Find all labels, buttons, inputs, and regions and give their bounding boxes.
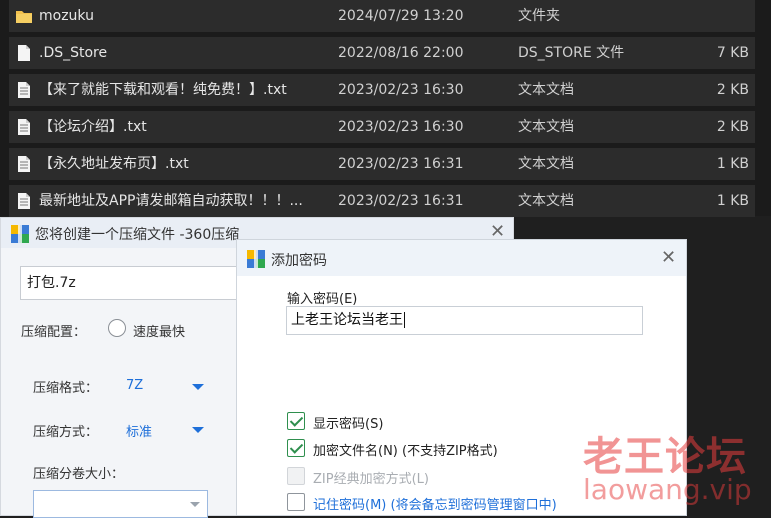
zip-classic-encryption-label: ZIP经典加密方式(L) bbox=[313, 472, 429, 487]
zip-classic-encryption-checkbox bbox=[287, 467, 305, 485]
file-type: DS_STORE 文件 bbox=[518, 45, 625, 61]
file-name: 【永久地址发布页】.txt bbox=[39, 156, 189, 172]
file-date: 2024/07/29 13:20 bbox=[338, 8, 464, 24]
file-type: 文本文档 bbox=[518, 193, 574, 209]
close-icon[interactable]: ✕ bbox=[661, 249, 676, 267]
file-size: 1 KB bbox=[716, 193, 749, 209]
text-file-icon bbox=[18, 156, 30, 172]
text-file-icon bbox=[18, 82, 30, 98]
method-select-value[interactable]: 标准 bbox=[126, 421, 152, 440]
format-select-value[interactable]: 7Z bbox=[126, 378, 143, 393]
file-name: 【来了就能下载和观看！纯免费！】.txt bbox=[39, 82, 287, 98]
show-password-checkbox[interactable] bbox=[287, 412, 305, 430]
file-row-txt-1[interactable]: 【来了就能下载和观看！纯免费！】.txt 2023/02/23 16:30 文本… bbox=[9, 74, 755, 106]
split-size-select[interactable] bbox=[33, 490, 208, 518]
file-date: 2023/02/23 16:30 bbox=[338, 82, 464, 98]
file-row-txt-2[interactable]: 【论坛介绍】.txt 2023/02/23 16:30 文本文档 2 KB bbox=[9, 111, 755, 143]
format-label: 压缩格式： bbox=[33, 381, 99, 396]
file-name: .DS_Store bbox=[39, 45, 108, 61]
file-name: mozuku bbox=[39, 8, 94, 24]
password-input[interactable]: 上老王论坛当老王 bbox=[286, 306, 643, 335]
split-size-label: 压缩分卷大小： bbox=[33, 467, 125, 482]
remember-password-label[interactable]: 记住密码(M) (将会备忘到密码管理窗口中) bbox=[313, 494, 557, 513]
watermark-url-text: laowang.vip bbox=[583, 473, 752, 506]
chevron-down-icon[interactable] bbox=[192, 427, 204, 433]
text-caret bbox=[404, 312, 405, 328]
text-file-icon bbox=[18, 193, 30, 209]
speed-fastest-label: 速度最快 bbox=[133, 325, 186, 340]
compress-config-label: 压缩配置： bbox=[21, 325, 87, 340]
file-size: 1 KB bbox=[716, 156, 749, 172]
file-name: 【论坛介绍】.txt bbox=[39, 119, 147, 135]
method-label: 压缩方式： bbox=[33, 425, 99, 440]
password-dialog-title: 添加密码 bbox=[271, 253, 327, 269]
file-name: 最新地址及APP请发邮箱自动获取！！！... bbox=[39, 193, 303, 209]
password-text: 上老王论坛当老王 bbox=[291, 312, 403, 328]
file-icon bbox=[18, 45, 30, 61]
file-row-mozuku[interactable]: mozuku 2024/07/29 13:20 文件夹 bbox=[9, 0, 755, 32]
file-size: 7 KB bbox=[716, 45, 749, 61]
file-type: 文本文档 bbox=[518, 119, 574, 135]
file-type: 文件夹 bbox=[518, 8, 560, 24]
encrypt-filenames-label: 加密文件名(N) (不支持ZIP格式) bbox=[313, 444, 498, 459]
chevron-down-icon[interactable] bbox=[192, 384, 204, 390]
text-file-icon bbox=[18, 119, 30, 135]
file-date: 2023/02/23 16:30 bbox=[338, 119, 464, 135]
chevron-down-icon bbox=[190, 502, 200, 507]
app-logo-icon bbox=[247, 250, 265, 268]
remember-password-checkbox[interactable] bbox=[287, 493, 305, 511]
app-logo-icon bbox=[11, 225, 29, 243]
file-type: 文本文档 bbox=[518, 82, 574, 98]
password-titlebar: 添加密码 ✕ bbox=[237, 240, 686, 276]
file-type: 文本文档 bbox=[518, 156, 574, 172]
file-date: 2023/02/23 16:31 bbox=[338, 193, 464, 209]
file-row-txt-4[interactable]: 最新地址及APP请发邮箱自动获取！！！... 2023/02/23 16:31 … bbox=[9, 185, 755, 217]
file-row-txt-3[interactable]: 【永久地址发布页】.txt 2023/02/23 16:31 文本文档 1 KB bbox=[9, 148, 755, 180]
encrypt-filenames-checkbox[interactable] bbox=[287, 439, 305, 457]
file-list: mozuku 2024/07/29 13:20 文件夹 .DS_Store 20… bbox=[0, 0, 771, 217]
file-date: 2023/02/23 16:31 bbox=[338, 156, 464, 172]
file-size: 2 KB bbox=[716, 82, 749, 98]
show-password-label: 显示密码(S) bbox=[313, 417, 384, 432]
file-date: 2022/08/16 22:00 bbox=[338, 45, 464, 61]
password-input-label: 输入密码(E) bbox=[287, 292, 358, 307]
file-size: 2 KB bbox=[716, 119, 749, 135]
folder-icon bbox=[16, 11, 32, 23]
compress-dialog-title: 您将创建一个压缩文件 -360压缩 bbox=[35, 227, 240, 243]
speed-fastest-radio[interactable] bbox=[108, 319, 126, 337]
file-row-ds-store[interactable]: .DS_Store 2022/08/16 22:00 DS_STORE 文件 7… bbox=[9, 37, 755, 69]
